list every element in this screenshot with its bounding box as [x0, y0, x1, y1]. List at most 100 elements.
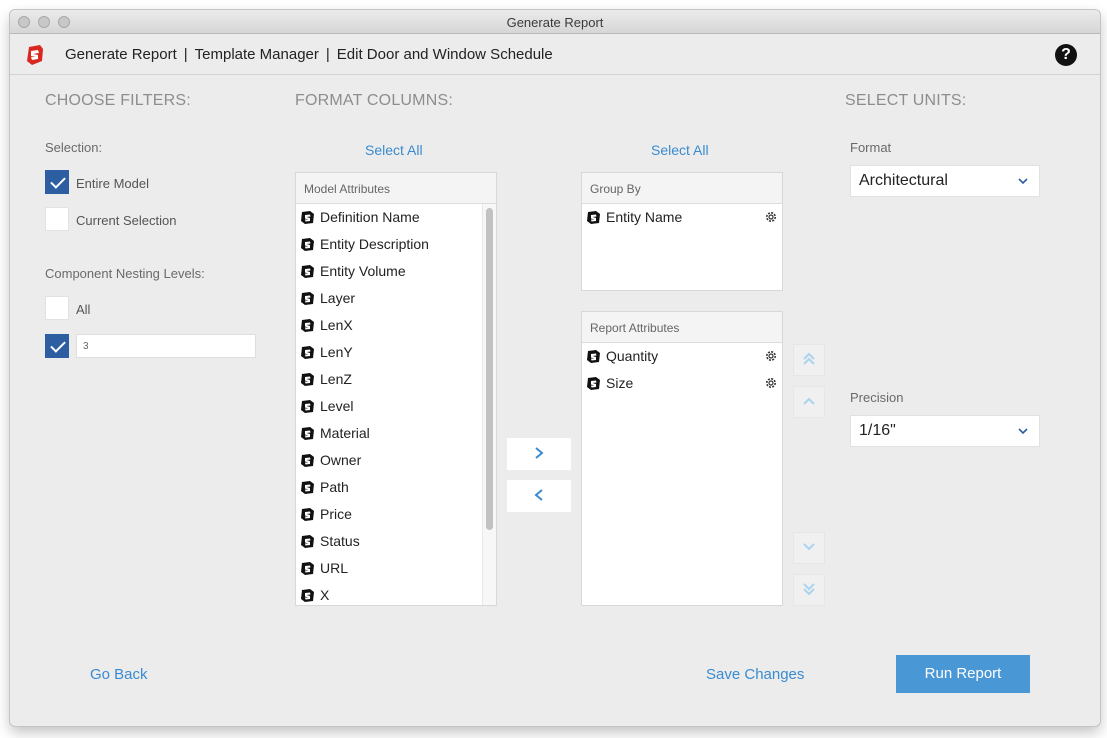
component-icon: [301, 400, 314, 413]
chevron-down-icon: [1018, 428, 1028, 435]
component-icon: [587, 211, 600, 224]
entire-model-label: Entire Model: [76, 176, 149, 191]
move-to-top-button[interactable]: [793, 344, 825, 376]
list-item[interactable]: Entity Volume: [296, 258, 496, 285]
breadcrumb-separator: |: [183, 46, 188, 63]
group-by-header: Group By: [582, 173, 782, 204]
list-item[interactable]: LenZ: [296, 366, 496, 393]
list-item[interactable]: Size: [582, 370, 782, 397]
component-icon: [301, 346, 314, 359]
list-item[interactable]: Status: [296, 528, 496, 555]
selection-label: Selection:: [45, 140, 103, 155]
attribute-label: Material: [320, 425, 370, 441]
chevron-left-icon: [534, 488, 543, 501]
attribute-label: Path: [320, 479, 349, 495]
list-item[interactable]: Path: [296, 474, 496, 501]
add-attribute-button[interactable]: [507, 438, 571, 470]
move-up-button[interactable]: [793, 386, 825, 418]
select-units-title: SELECT UNITS:: [845, 92, 967, 109]
model-attributes-header: Model Attributes: [296, 173, 496, 204]
list-item[interactable]: Entity Description: [296, 231, 496, 258]
list-item[interactable]: X: [296, 582, 496, 605]
component-icon: [301, 373, 314, 386]
gear-icon[interactable]: [764, 376, 778, 390]
format-value: Architectural: [859, 172, 948, 189]
chevron-up-icon: [803, 397, 815, 405]
report-window: Generate Report Generate Report | Template…: [10, 10, 1100, 726]
sketchup-logo-icon: [27, 45, 43, 65]
component-icon: [301, 589, 314, 602]
move-down-button[interactable]: [793, 532, 825, 564]
list-item[interactable]: Price: [296, 501, 496, 528]
help-icon[interactable]: ?: [1055, 44, 1077, 66]
attribute-label: Layer: [320, 290, 356, 306]
chevron-down-icon: [1018, 178, 1028, 185]
model-attributes-scrollbar[interactable]: [482, 204, 496, 605]
save-changes-link[interactable]: Save Changes: [706, 666, 804, 683]
breadcrumb-generate-report[interactable]: Generate Report: [65, 46, 177, 63]
component-icon: [301, 508, 314, 521]
list-item[interactable]: Owner: [296, 447, 496, 474]
scroll-thumb[interactable]: [486, 208, 493, 530]
list-item[interactable]: Definition Name: [296, 204, 496, 231]
all-levels-label: All: [76, 302, 91, 317]
attribute-label: Status: [320, 533, 360, 549]
go-back-link[interactable]: Go Back: [90, 666, 148, 683]
select-all-model-attributes-link[interactable]: Select All: [365, 142, 423, 158]
remove-attribute-button[interactable]: [507, 480, 571, 512]
nesting-depth-checkbox[interactable]: [45, 334, 69, 358]
list-item[interactable]: LenX: [296, 312, 496, 339]
list-item[interactable]: Quantity: [582, 343, 782, 370]
current-selection-label: Current Selection: [76, 213, 177, 228]
attribute-label: Entity Volume: [320, 263, 406, 279]
nesting-depth-input[interactable]: [76, 334, 256, 358]
breadcrumb-edit-schedule: Edit Door and Window Schedule: [336, 46, 553, 63]
attribute-label: Size: [606, 375, 634, 391]
list-item[interactable]: Level: [296, 393, 496, 420]
model-attributes-panel: Model Attributes Definition Name Entity …: [295, 172, 497, 606]
all-levels-checkbox[interactable]: [45, 296, 69, 320]
component-icon: [301, 454, 314, 467]
filters-title: CHOOSE FILTERS:: [45, 92, 191, 109]
attribute-label: Entity Name: [606, 209, 683, 225]
chevron-down-icon: [803, 542, 815, 550]
move-to-bottom-button[interactable]: [793, 574, 825, 606]
attribute-label: LenX: [320, 317, 353, 333]
list-item[interactable]: Layer: [296, 285, 496, 312]
component-icon: [301, 535, 314, 548]
group-by-panel: Group By Entity Name: [581, 172, 783, 291]
attribute-label: URL: [320, 560, 349, 576]
attribute-label: LenY: [320, 344, 353, 360]
title-bar: Generate Report: [10, 10, 1100, 34]
list-item[interactable]: Entity Name: [582, 204, 782, 231]
component-icon: [301, 292, 314, 305]
report-attributes-header: Report Attributes: [582, 312, 782, 343]
list-item[interactable]: URL: [296, 555, 496, 582]
precision-label: Precision: [850, 390, 904, 405]
component-icon: [301, 238, 314, 251]
attribute-label: Definition Name: [320, 209, 420, 225]
list-item[interactable]: Material: [296, 420, 496, 447]
component-icon: [301, 427, 314, 440]
attribute-label: Quantity: [606, 348, 659, 364]
select-all-report-attributes-link[interactable]: Select All: [651, 142, 709, 158]
component-icon: [301, 562, 314, 575]
breadcrumb-separator: |: [325, 46, 330, 63]
report-attributes-list: Quantity Size: [582, 343, 782, 397]
breadcrumb-template-manager[interactable]: Template Manager: [195, 46, 319, 63]
group-by-list: Entity Name: [582, 204, 782, 231]
gear-icon[interactable]: [764, 349, 778, 363]
precision-select[interactable]: 1/16": [850, 415, 1040, 447]
entire-model-checkbox[interactable]: [45, 170, 69, 194]
format-columns-title: FORMAT COLUMNS:: [295, 92, 453, 109]
component-icon: [587, 350, 600, 363]
run-report-button[interactable]: Run Report: [896, 655, 1030, 693]
breadcrumb: Generate Report | Template Manager | Edit Do…: [65, 46, 553, 63]
report-attributes-panel: Report Attributes Quantity Size: [581, 311, 783, 606]
attribute-label: Price: [320, 506, 352, 522]
attribute-label: X: [320, 587, 330, 603]
format-select[interactable]: Architectural: [850, 165, 1040, 197]
current-selection-checkbox[interactable]: [45, 207, 69, 231]
gear-icon[interactable]: [764, 210, 778, 224]
list-item[interactable]: LenY: [296, 339, 496, 366]
